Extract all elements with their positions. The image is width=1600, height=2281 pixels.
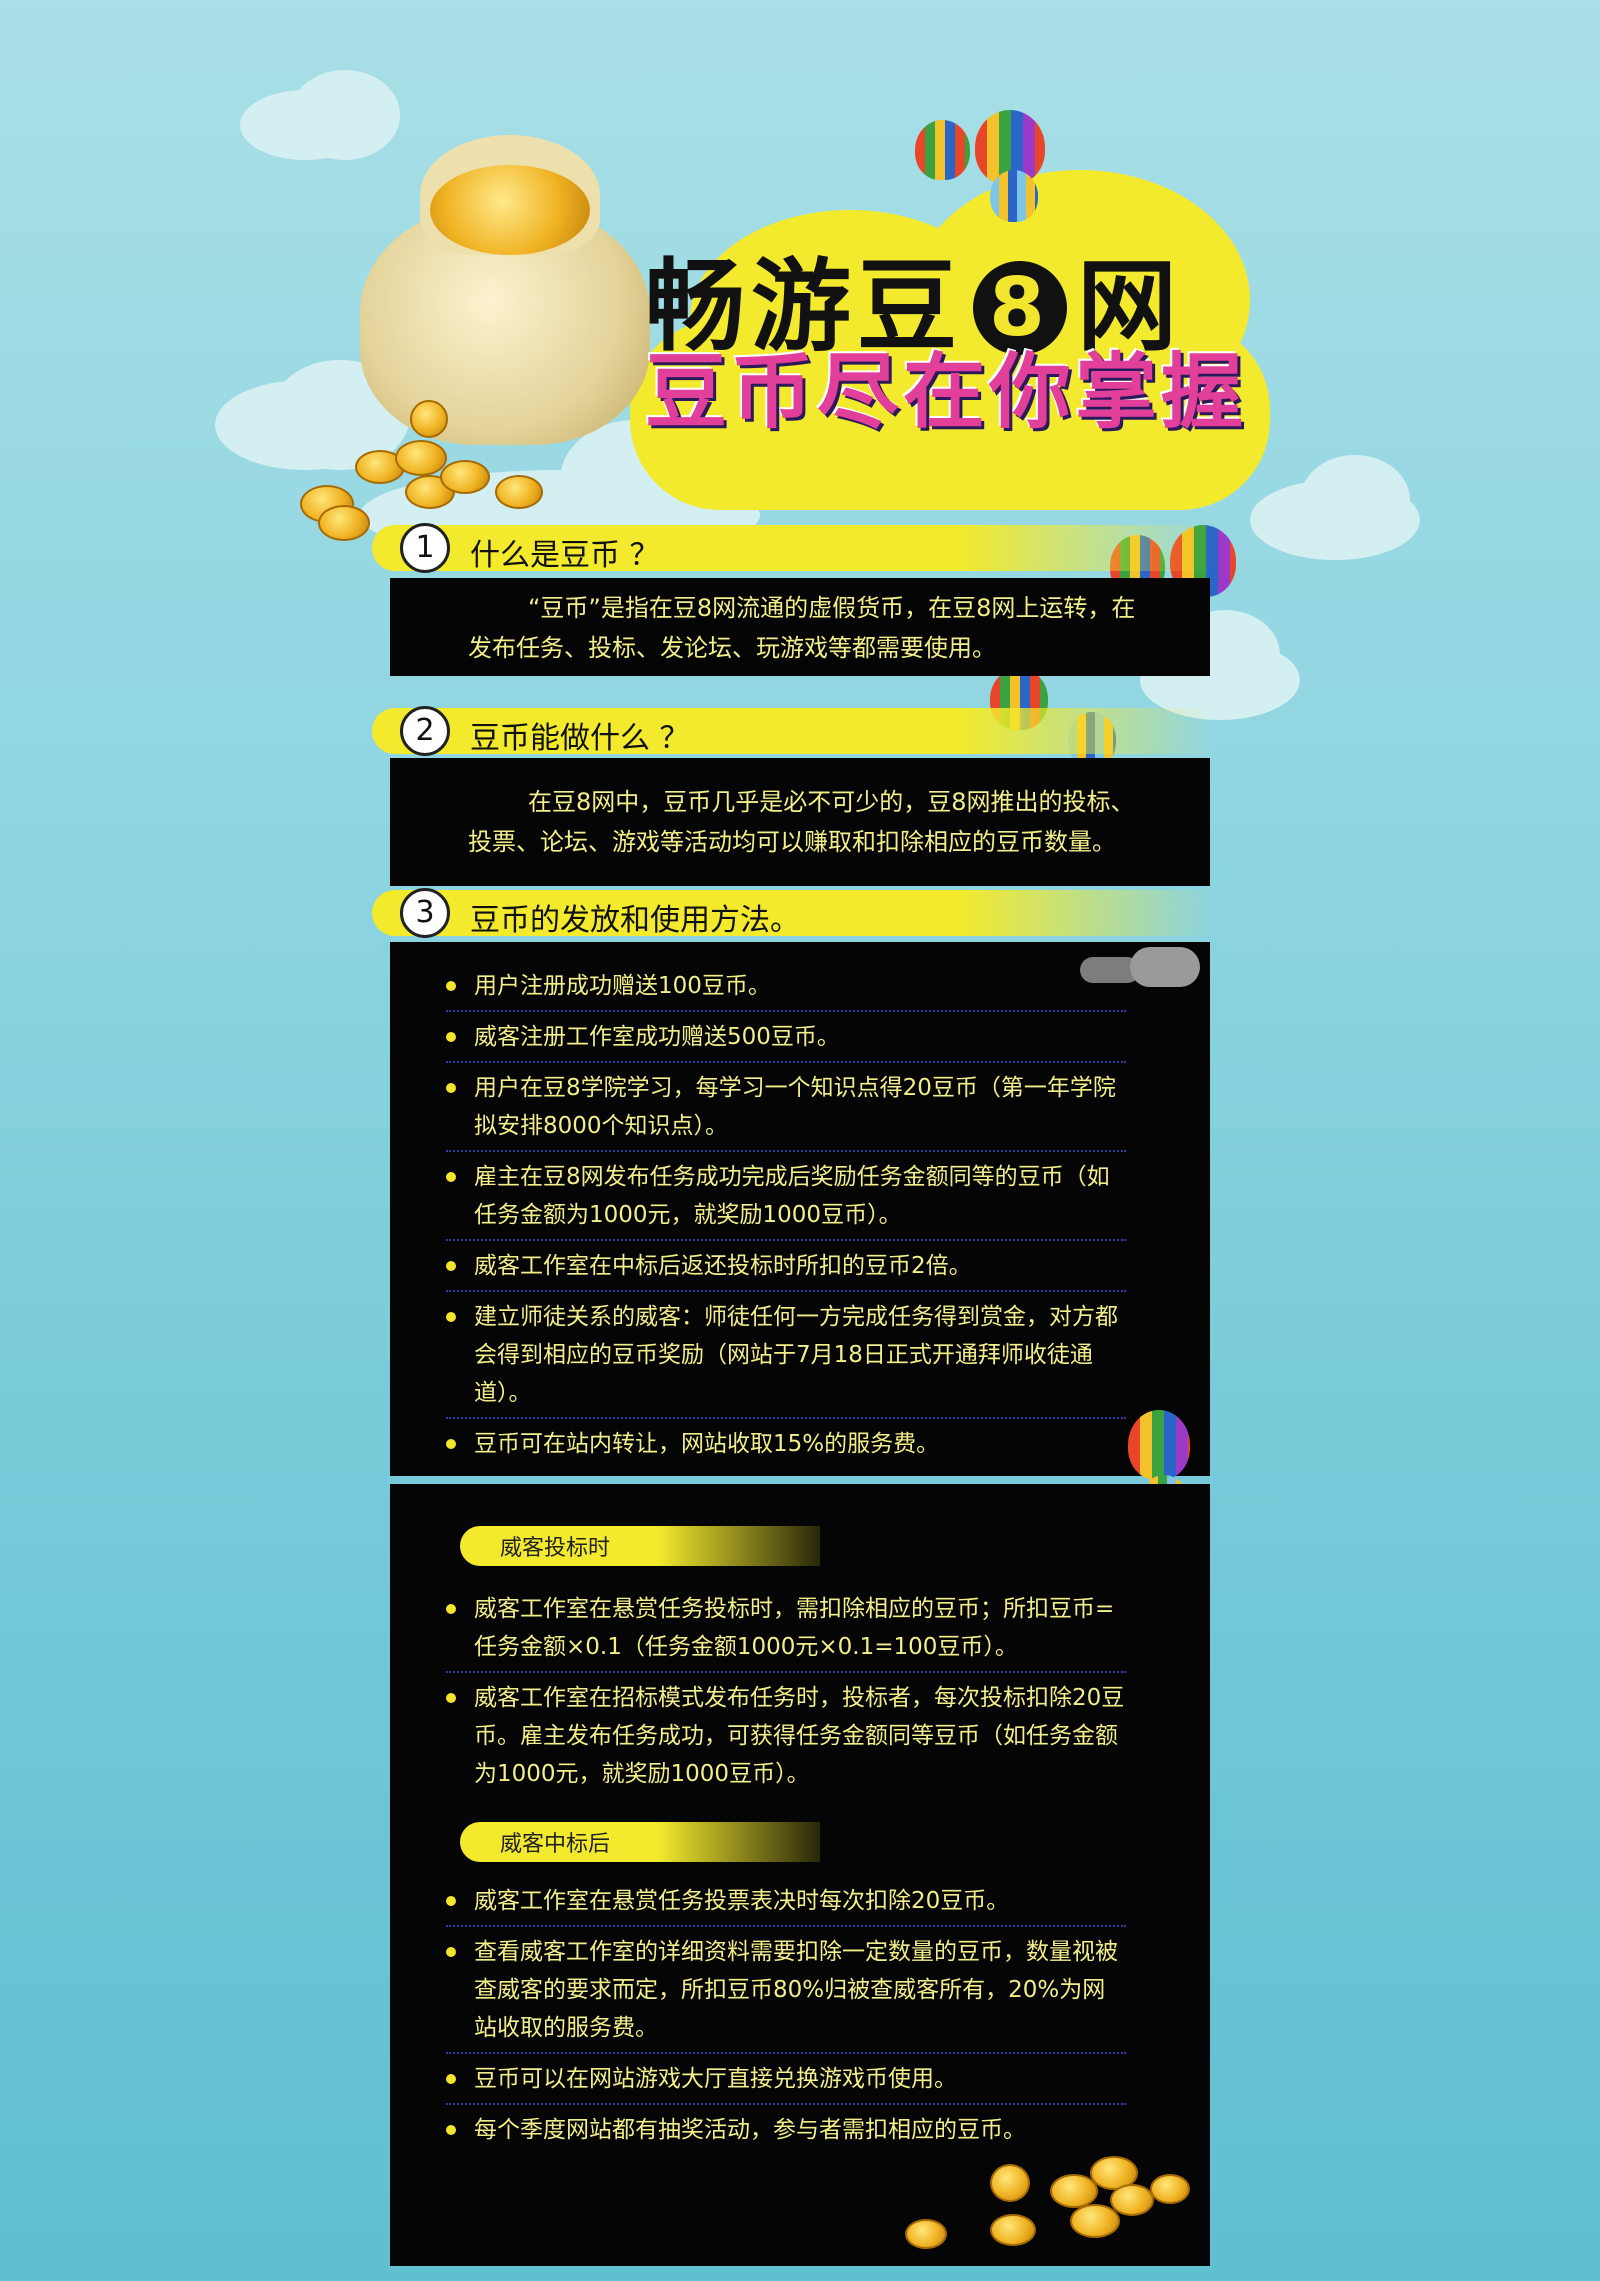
hot-air-balloon-icon [990, 170, 1038, 222]
after-win-tag-label: 威客中标后 [500, 1832, 611, 1857]
list-item: 威客工作室在悬赏任务投标时，需扣除相应的豆币；所扣豆币=任务金额×0.1（任务金… [446, 1590, 1126, 1673]
list-item: 威客注册工作室成功赠送500豆币。 [446, 1018, 1126, 1063]
list-item: 豆币可在站内转让，网站收取15%的服务费。 [446, 1425, 1126, 1468]
bidding-tag: 威客投标时 [460, 1526, 820, 1566]
list-item: 用户注册成功赠送100豆币。 [446, 967, 1126, 1012]
bidding-tag-label: 威客投标时 [500, 1536, 611, 1561]
section-2-text: 在豆8网中，豆币几乎是必不可少的，豆8网推出的投标、投票、论坛、游戏等活动均可以… [468, 788, 1135, 856]
coin-icon [1110, 2184, 1154, 2216]
coin-icon [440, 460, 490, 494]
coin-icon [495, 475, 543, 509]
coin-icon [990, 2214, 1036, 2246]
coin-icon [1070, 2204, 1120, 2238]
after-win-list: 威客工作室在悬赏任务投票表决时每次扣除20豆币。 查看威客工作室的详细资料需要扣… [446, 1882, 1126, 2160]
section-2-number: 2 [400, 706, 450, 756]
coin-icon [1150, 2174, 1190, 2204]
coin-icon [395, 440, 447, 476]
list-item: 建立师徒关系的威客：师徒任何一方完成任务得到赏金，对方都会得到相应的豆币奖励（网… [446, 1298, 1126, 1419]
money-bag-icon [360, 115, 660, 445]
list-item: 威客工作室在中标后返还投标时所扣的豆币2倍。 [446, 1247, 1126, 1292]
section-2-title: 豆币能做什么 ？ [470, 721, 690, 756]
cloud-decoration [1300, 455, 1410, 545]
coin-icon [318, 505, 370, 541]
section-1-text: “豆币”是指在豆8网流通的虚假货币，在豆8网上运转，在发布任务、投标、发论坛、玩… [468, 594, 1136, 662]
list-item: 查看威客工作室的详细资料需要扣除一定数量的豆币，数量视被查威客的要求而定，所扣豆… [446, 1933, 1126, 2054]
page-subtitle: 豆币尽在你掌握 [645, 345, 1248, 440]
coin-icon [410, 400, 448, 438]
section-1-title: 什么是豆币 ？ [470, 538, 660, 573]
section-2-panel: 在豆8网中，豆币几乎是必不可少的，豆8网推出的投标、投票、论坛、游戏等活动均可以… [390, 758, 1210, 886]
hot-air-balloon-icon [1128, 1410, 1190, 1480]
section-3-title: 豆币的发放和使用方法。 [470, 903, 800, 938]
after-win-tag: 威客中标后 [460, 1822, 820, 1862]
list-item: 雇主在豆8网发布任务成功完成后奖励任务金额同等的豆币（如任务金额为1000元，就… [446, 1158, 1126, 1241]
section-1-number: 1 [400, 523, 450, 573]
list-item: 用户在豆8学院学习，每学习一个知识点得20豆币（第一年学院拟安排8000个知识点… [446, 1069, 1126, 1152]
bidding-list: 威客工作室在悬赏任务投标时，需扣除相应的豆币；所扣豆币=任务金额×0.1（任务金… [446, 1590, 1126, 1804]
coin-icon [905, 2219, 947, 2249]
section-3-panel: 用户注册成功赠送100豆币。 威客注册工作室成功赠送500豆币。 用户在豆8学院… [390, 942, 1210, 1476]
bidding-panel: 威客投标时 威客工作室在悬赏任务投标时，需扣除相应的豆币；所扣豆币=任务金额×0… [390, 1484, 1210, 2266]
cloud-icon [1130, 947, 1200, 987]
list-item: 威客工作室在招标模式发布任务时，投标者，每次投标扣除20豆币。雇主发布任务成功，… [446, 1679, 1126, 1798]
list-item: 威客工作室在悬赏任务投票表决时每次扣除20豆币。 [446, 1882, 1126, 1927]
section-3-list: 用户注册成功赠送100豆币。 威客注册工作室成功赠送500豆币。 用户在豆8学院… [446, 967, 1126, 1474]
section-1-panel: “豆币”是指在豆8网流通的虚假货币，在豆8网上运转，在发布任务、投标、发论坛、玩… [390, 578, 1210, 676]
hot-air-balloon-icon [915, 120, 970, 180]
coin-icon [990, 2164, 1030, 2202]
list-item: 豆币可以在网站游戏大厅直接兑换游戏币使用。 [446, 2060, 1126, 2105]
section-3-number: 3 [400, 888, 450, 938]
list-item: 每个季度网站都有抽奖活动，参与者需扣相应的豆币。 [446, 2111, 1126, 2154]
